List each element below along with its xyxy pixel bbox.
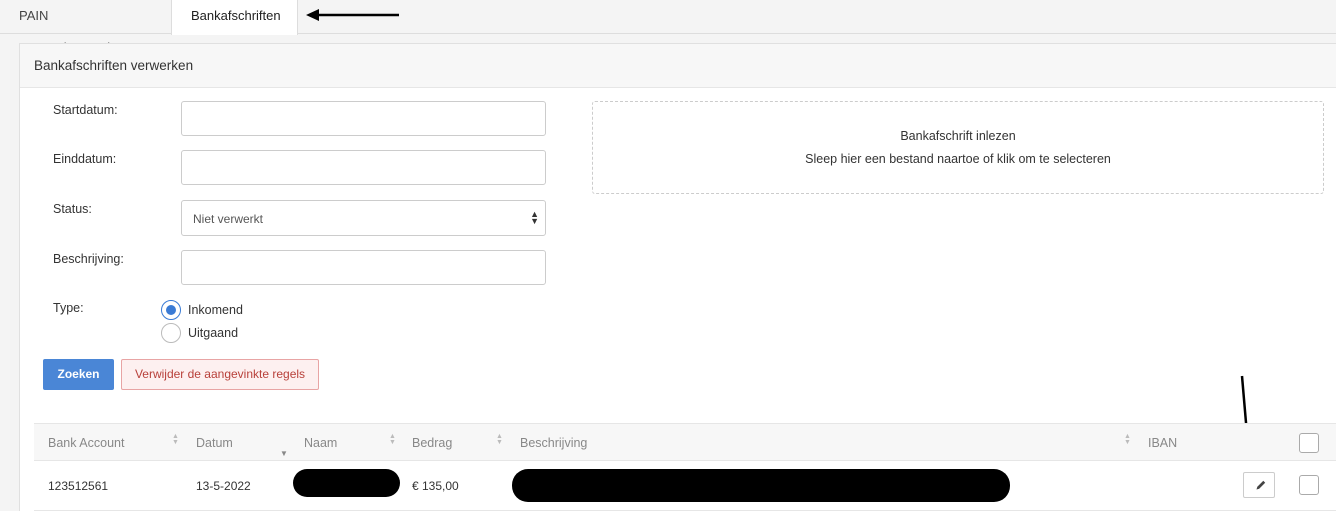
cell-datum: 13-5-2022	[196, 479, 251, 493]
table-header: Bank Account ▲ ▼ Datum ▼ Naam ▲ ▼ Bedrag ▲…	[34, 423, 1336, 461]
delete-checked-button[interactable]: Verwijder de aangevinkte regels	[121, 359, 319, 390]
status-select-value: Niet verwerkt	[193, 212, 264, 226]
type-label: Type:	[53, 301, 84, 315]
updown-caret-icon: ▲ ▼	[530, 209, 539, 226]
row-checkbox[interactable]	[1299, 475, 1319, 495]
radio-inkomend[interactable]	[161, 300, 181, 320]
col-bank-account[interactable]: Bank Account	[48, 436, 124, 450]
redacted-name	[293, 469, 400, 497]
col-datum[interactable]: Datum	[196, 436, 233, 450]
type-option-inkomend[interactable]: Inkomend	[161, 300, 243, 320]
tab-bankafschriften[interactable]: Bankafschriften	[171, 0, 298, 35]
dropzone-subtitle: Sleep hier een bestand naartoe of klik o…	[805, 152, 1111, 166]
sort-icon[interactable]: ▲ ▼	[1124, 433, 1131, 446]
col-iban[interactable]: IBAN	[1148, 436, 1177, 450]
status-label: Status:	[53, 202, 92, 216]
status-select[interactable]: Niet verwerkt ▲ ▼	[181, 200, 546, 236]
redacted-description	[512, 469, 1010, 502]
col-bedrag[interactable]: Bedrag	[412, 436, 452, 450]
file-dropzone[interactable]: Bankafschrift inlezen Sleep hier een bes…	[592, 101, 1324, 194]
panel-header: Bankafschriften verwerken	[20, 44, 1336, 88]
col-beschrijving[interactable]: Beschrijving	[520, 436, 587, 450]
dropzone-title: Bankafschrift inlezen	[900, 129, 1016, 143]
col-naam[interactable]: Naam	[304, 436, 337, 450]
cell-bank-account: 123512561	[48, 479, 109, 493]
end-date-input[interactable]	[181, 150, 546, 185]
radio-inkomend-label: Inkomend	[188, 303, 243, 317]
panel-title: Bankafschriften verwerken	[34, 58, 194, 73]
sort-desc-icon[interactable]: ▼	[280, 449, 288, 458]
annotation-arrow-icon	[306, 9, 399, 21]
type-option-uitgaand[interactable]: Uitgaand	[161, 323, 238, 343]
description-label: Beschrijving:	[53, 252, 124, 266]
edit-row-button[interactable]	[1243, 472, 1275, 498]
end-date-label: Einddatum:	[53, 152, 117, 166]
radio-uitgaand-label: Uitgaand	[188, 326, 239, 340]
start-date-input[interactable]	[181, 101, 546, 136]
tab-pain-incassobestanden[interactable]: PAIN Incassobestanden	[0, 0, 171, 55]
table-row: 123512561 13-5-2022 € 135,00	[34, 461, 1336, 511]
start-date-label: Startdatum:	[53, 103, 118, 117]
radio-uitgaand[interactable]	[161, 323, 181, 343]
sort-icon[interactable]: ▲ ▼	[496, 433, 503, 446]
select-all-checkbox[interactable]	[1299, 433, 1319, 453]
search-button[interactable]: Zoeken	[43, 359, 114, 390]
cell-bedrag: € 135,00	[412, 479, 459, 493]
tab-bar: PAIN Incassobestanden Bankafschriften	[0, 0, 1336, 55]
sort-icon[interactable]: ▲ ▼	[389, 433, 396, 446]
description-input[interactable]	[181, 250, 546, 285]
pencil-icon	[1256, 480, 1266, 490]
sort-icon[interactable]: ▲ ▼	[172, 433, 179, 446]
